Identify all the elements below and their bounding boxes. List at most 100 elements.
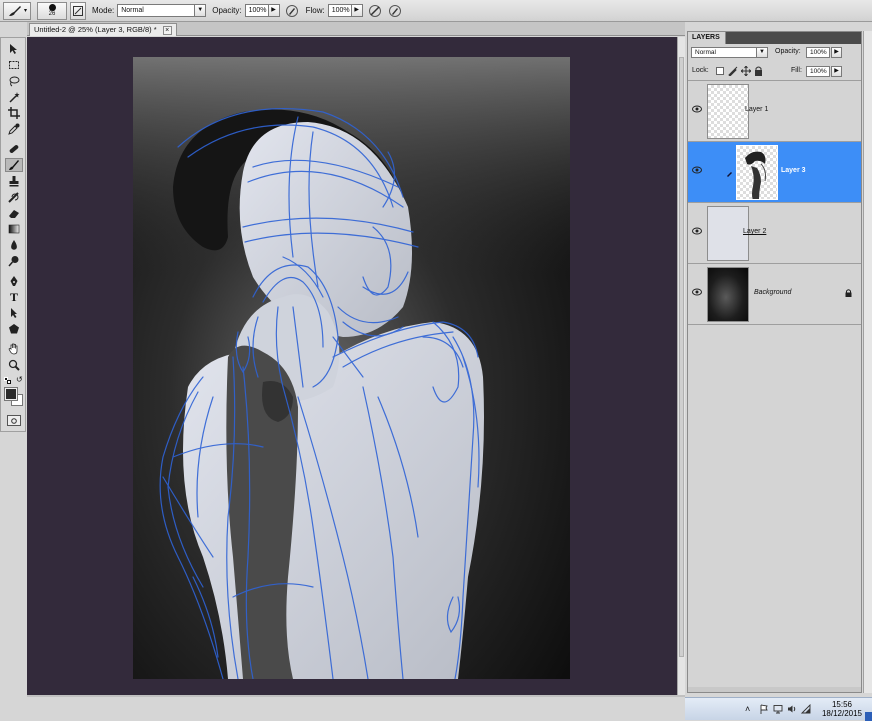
dodge-tool[interactable] bbox=[5, 254, 23, 268]
default-colors-icon[interactable] bbox=[4, 377, 11, 384]
clone-stamp-tool[interactable] bbox=[5, 174, 23, 188]
lock-label: Lock: bbox=[692, 67, 709, 74]
brush-size-readout: 26 bbox=[48, 11, 56, 17]
layer-row[interactable]: Background bbox=[688, 264, 861, 325]
monitor-icon[interactable] bbox=[773, 704, 783, 714]
flow-slider-toggle[interactable]: ▶ bbox=[351, 4, 363, 17]
history-brush-tool[interactable] bbox=[5, 190, 23, 204]
foreground-color-swatch[interactable] bbox=[4, 387, 18, 401]
airbrush-icon bbox=[368, 4, 381, 17]
layers-tab[interactable]: LAYERS bbox=[688, 32, 726, 44]
clock-date: 18/12/2015 bbox=[821, 709, 863, 718]
blend-mode-select[interactable]: Normal ▼ bbox=[691, 47, 768, 58]
zoom-tool[interactable] bbox=[5, 358, 23, 372]
gradient-tool[interactable] bbox=[5, 222, 23, 236]
move-icon bbox=[10, 44, 17, 54]
flag-icon[interactable] bbox=[759, 704, 769, 714]
fill-input[interactable]: 100% bbox=[806, 66, 830, 77]
mode-select[interactable]: Normal ▼ bbox=[117, 4, 207, 17]
shape-icon bbox=[9, 324, 19, 334]
opacity-input[interactable]: 100% bbox=[244, 4, 269, 17]
opacity-slider-toggle[interactable]: ▶ bbox=[268, 4, 280, 17]
healing-brush-tool[interactable] bbox=[5, 142, 23, 156]
layer-name: Background bbox=[754, 289, 792, 296]
move-tool[interactable] bbox=[5, 42, 23, 56]
lock-all-icon[interactable] bbox=[754, 66, 763, 76]
bandage-icon bbox=[9, 145, 19, 153]
crop-tool[interactable] bbox=[5, 106, 23, 120]
type-tool[interactable]: T bbox=[5, 290, 23, 304]
dodge-icon bbox=[8, 256, 19, 267]
layer-thumbnail bbox=[707, 267, 749, 322]
options-bar: ▾ 26 Mode: Normal ▼ Opacity: 100% ▶ Flow… bbox=[0, 0, 872, 22]
brush-icon bbox=[8, 5, 21, 16]
brush-tip-icon bbox=[48, 4, 56, 11]
flow-label: Flow: bbox=[305, 6, 325, 15]
eye-icon[interactable] bbox=[692, 166, 702, 174]
pen-icon bbox=[10, 276, 18, 286]
close-icon[interactable]: × bbox=[162, 25, 172, 35]
layer-opacity-slider-toggle[interactable]: ▶ bbox=[831, 47, 842, 58]
hand-tool[interactable] bbox=[5, 342, 23, 356]
eraser-tool[interactable] bbox=[5, 206, 23, 220]
chevron-up-icon[interactable]: ˄ bbox=[745, 704, 755, 714]
eyedropper-tool[interactable] bbox=[5, 122, 23, 136]
brush-panel-icon bbox=[73, 5, 83, 16]
airbrush-toggle[interactable] bbox=[367, 3, 383, 19]
eye-icon[interactable] bbox=[692, 227, 702, 235]
layer-row[interactable]: Layer 1 bbox=[688, 81, 861, 142]
marquee-tool[interactable] bbox=[5, 58, 23, 72]
document-canvas[interactable] bbox=[133, 57, 570, 680]
layer-row[interactable]: Layer 2 bbox=[688, 203, 861, 264]
shape-tool[interactable] bbox=[5, 322, 23, 336]
history-brush-icon bbox=[8, 192, 19, 203]
canvas-artwork bbox=[133, 57, 570, 680]
crop-icon bbox=[8, 107, 20, 119]
layers-panel-controls: Normal ▼ Opacity: 100% ▶ Lock: Fill: 100… bbox=[688, 44, 861, 81]
mode-label: Mode: bbox=[92, 6, 115, 15]
flow-input[interactable]: 100% bbox=[327, 4, 352, 17]
swap-colors-icon[interactable]: ↺ bbox=[16, 376, 23, 384]
brush-tool[interactable] bbox=[5, 158, 23, 172]
layer-thumbnail-art bbox=[745, 151, 766, 199]
lasso-tool[interactable] bbox=[5, 74, 23, 88]
layer-thumbnail bbox=[707, 84, 749, 139]
layer-name: Layer 2 bbox=[743, 228, 767, 235]
eraser-icon bbox=[9, 210, 19, 218]
lock-position-icon[interactable] bbox=[741, 66, 751, 76]
hand-icon bbox=[8, 343, 18, 355]
brush-panel-toggle[interactable] bbox=[70, 1, 86, 20]
eyedropper-icon bbox=[8, 123, 20, 135]
speaker-icon[interactable] bbox=[787, 704, 797, 714]
network-icon[interactable] bbox=[801, 704, 811, 714]
taskbar: ˄ 15:56 18/12/2015 bbox=[685, 697, 872, 721]
scrollbar-thumb[interactable] bbox=[679, 57, 684, 657]
drop-icon bbox=[11, 240, 17, 250]
pen-tool[interactable] bbox=[5, 274, 23, 288]
clock[interactable]: 15:56 18/12/2015 bbox=[817, 700, 867, 718]
lock-image-brush-icon[interactable] bbox=[728, 66, 738, 76]
opacity-pressure-toggle[interactable] bbox=[284, 3, 300, 19]
brush-picker[interactable]: 26 bbox=[37, 1, 67, 20]
path-selection-tool[interactable] bbox=[5, 306, 23, 320]
quick-mask-button[interactable] bbox=[7, 415, 21, 426]
chevron-down-icon: ▼ bbox=[195, 4, 207, 17]
opacity-label: Opacity: bbox=[212, 6, 242, 15]
fill-slider-toggle[interactable]: ▶ bbox=[831, 66, 842, 77]
layer-name: Layer 1 bbox=[745, 106, 769, 113]
workspace-scrollbar[interactable] bbox=[677, 37, 685, 695]
layer-row-selected[interactable]: Layer 3 bbox=[688, 142, 861, 203]
flow-pressure-toggle[interactable] bbox=[387, 3, 403, 19]
eye-icon[interactable] bbox=[692, 105, 702, 113]
lasso-icon bbox=[9, 76, 20, 87]
gradient-icon bbox=[8, 224, 20, 234]
layers-panel-scrollbar[interactable] bbox=[863, 31, 872, 693]
layer-opacity-input[interactable]: 100% bbox=[806, 47, 830, 58]
tool-preset-picker[interactable]: ▾ bbox=[3, 1, 31, 20]
magic-wand-tool[interactable] bbox=[5, 90, 23, 104]
brush-icon bbox=[727, 172, 732, 177]
eye-icon[interactable] bbox=[692, 288, 702, 296]
document-tab[interactable]: Untitled-2 @ 25% (Layer 3, RGB/8) * × bbox=[29, 23, 177, 36]
blur-tool[interactable] bbox=[5, 238, 23, 252]
lock-transparency-checkbox[interactable] bbox=[716, 67, 724, 75]
